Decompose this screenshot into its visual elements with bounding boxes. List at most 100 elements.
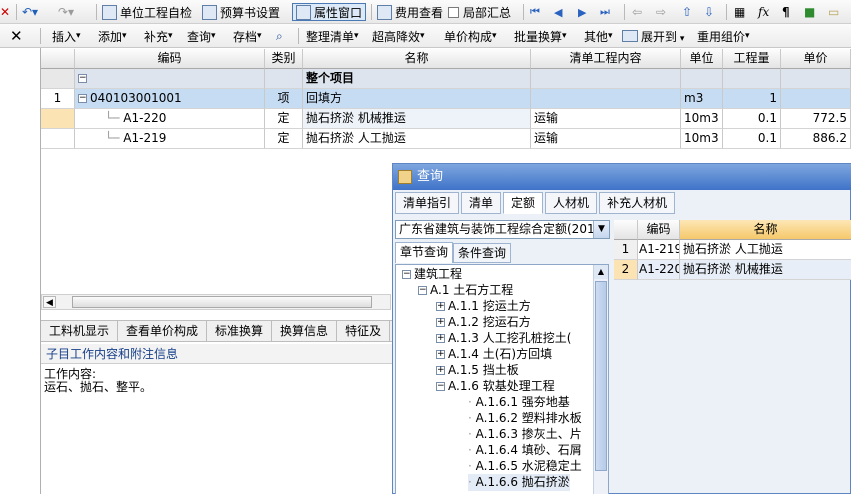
partial-summary-button[interactable]: 局部汇总	[448, 3, 511, 21]
property-window-button[interactable]: 属性窗口	[292, 3, 367, 21]
next-record-icon[interactable]: ▶	[578, 3, 586, 21]
scroll-up-icon[interactable]: ▲	[594, 265, 608, 279]
cube-icon[interactable]: ■	[804, 3, 815, 21]
arrow-left-icon[interactable]: ⇦	[632, 3, 642, 21]
arrow-down-icon[interactable]: ⇩	[704, 3, 714, 21]
checkbox-icon[interactable]	[448, 6, 459, 18]
scrollbar-thumb[interactable]	[72, 296, 372, 308]
tab-standard-conversion[interactable]: 标准换算	[207, 321, 273, 341]
scroll-left-icon[interactable]: ◀	[43, 296, 56, 308]
tree-node[interactable]: · A.1.6.6 抛石挤淤	[468, 474, 570, 491]
first-record-icon[interactable]: ⏮	[530, 3, 540, 21]
unit-price-menu[interactable]: 单价构成	[444, 27, 497, 45]
insert-menu[interactable]: 插入	[52, 27, 81, 45]
unit-column-header[interactable]: 单位	[681, 49, 723, 69]
tree-node[interactable]: · A.1.6.5 水泥稳定土	[468, 458, 582, 475]
table-row[interactable]: 2 A1-220 抛石挤淤 机械推运	[614, 260, 851, 280]
group-row[interactable]: − 整个项目	[41, 69, 851, 89]
tree-vertical-scrollbar[interactable]: ▲	[593, 265, 608, 494]
unit-cell[interactable]: 10m3	[681, 129, 723, 149]
table-row[interactable]: └─ A1-219 定 抛石挤淤 人工抛运 运输 10m3 0.1 886.2	[41, 129, 851, 149]
paragraph-icon[interactable]: ¶	[782, 3, 790, 21]
expand-icon[interactable]: +	[436, 334, 445, 343]
result-name-cell[interactable]: 抛石挤淤 机械推运	[680, 260, 851, 280]
result-code-cell[interactable]: A1-220	[638, 260, 680, 280]
tree-node[interactable]: · A.1.6.1 强夯地基	[468, 394, 570, 411]
arrow-up-icon[interactable]: ⇧	[682, 3, 692, 21]
tab-list-guide[interactable]: 清单指引	[395, 192, 460, 214]
name-cell[interactable]: 抛石挤淤 人工抛运	[303, 129, 531, 149]
tab-conversion-info[interactable]: 换算信息	[272, 321, 338, 341]
other-menu[interactable]: 其他	[584, 27, 613, 45]
tab-labor-material-machine[interactable]: 人材机	[545, 192, 598, 214]
tree-node[interactable]: − A.1 土石方工程	[418, 282, 513, 299]
arrow-right-icon[interactable]: ⇨	[656, 3, 666, 21]
redo-icon[interactable]: ↷▾	[58, 3, 74, 21]
price-cell[interactable]: 886.2	[781, 129, 851, 149]
tree-node[interactable]: · A.1.6.4 填砂、石屑	[468, 442, 582, 459]
dialog-title-bar[interactable]: 查询	[393, 164, 851, 190]
quantity-column-header[interactable]: 工程量	[723, 49, 781, 69]
quantity-cell[interactable]: 0.1	[723, 109, 781, 129]
table-row[interactable]: 1 A1-219 抛石挤淤 人工抛运	[614, 240, 851, 260]
reuse-pricing-menu[interactable]: 重用组价	[697, 27, 750, 45]
content-cell[interactable]: 运输	[531, 129, 681, 149]
collapse-icon[interactable]: −	[78, 74, 87, 83]
collapse-icon[interactable]: −	[418, 286, 427, 295]
close-button[interactable]: ✕	[10, 27, 23, 45]
price-column-header[interactable]: 单价	[781, 49, 851, 69]
unit-cell[interactable]: m3	[681, 89, 723, 109]
content-column-header[interactable]: 清单工程内容	[531, 49, 681, 69]
content-cell[interactable]	[531, 89, 681, 109]
add-menu[interactable]: 添加	[98, 27, 127, 45]
quantity-cell[interactable]: 0.1	[723, 129, 781, 149]
name-column-header[interactable]: 名称	[303, 49, 531, 69]
name-cell[interactable]: 回填方	[303, 89, 531, 109]
tree-node[interactable]: + A.1.3 人工挖孔桩挖土(	[436, 330, 571, 347]
tree-node[interactable]: + A.1.4 土(石)方回填	[436, 346, 552, 363]
horizontal-scrollbar[interactable]: ◀	[41, 294, 391, 310]
organize-list-menu[interactable]: 整理清单	[306, 27, 359, 45]
tab-labor-material[interactable]: 工料机显示	[41, 321, 119, 341]
tab-list[interactable]: 清单	[461, 192, 502, 214]
quota-library-select[interactable]: 广东省建筑与装饰工程综合定额(201 ▼	[395, 220, 610, 239]
collapse-icon[interactable]: −	[436, 382, 445, 391]
tab-supplement-material[interactable]: 补充人材机	[599, 192, 676, 214]
archive-menu[interactable]: 存档	[233, 27, 262, 45]
expand-icon[interactable]: +	[436, 318, 445, 327]
binoculars-icon[interactable]: ⌕	[276, 27, 283, 45]
tab-unit-price-composition[interactable]: 查看单价构成	[118, 321, 208, 341]
tree-node[interactable]: − A.1.6 软基处理工程	[436, 378, 555, 395]
unit-cell[interactable]: 10m3	[681, 109, 723, 129]
table-row[interactable]: └─ A1-220 定 抛石挤淤 机械推运 运输 10m3 0.1 772.5	[41, 109, 851, 129]
previous-record-icon[interactable]: ◀	[554, 3, 562, 21]
unit-self-check-button[interactable]: 单位工程自检	[102, 3, 192, 21]
code-column-header[interactable]: 编码	[75, 49, 265, 69]
result-code-cell[interactable]: A1-219	[638, 240, 680, 260]
close-doc-icon[interactable]: ✕	[0, 3, 10, 21]
tab-quota[interactable]: 定额	[503, 192, 544, 214]
code-cell[interactable]: └─ A1-220	[75, 109, 265, 129]
tab-features[interactable]: 特征及	[337, 321, 391, 341]
supplement-menu[interactable]: 补充	[144, 27, 173, 45]
type-cell[interactable]: 定	[265, 109, 303, 129]
fee-view-button[interactable]: 费用查看	[377, 3, 443, 21]
code-cell[interactable]: └─ A1-219	[75, 129, 265, 149]
price-cell[interactable]	[781, 89, 851, 109]
name-cell[interactable]: 抛石挤淤 机械推运	[303, 109, 531, 129]
budget-settings-button[interactable]: 预算书设置	[202, 3, 280, 21]
quantity-cell[interactable]: 1	[723, 89, 781, 109]
calculator-icon[interactable]: ▦	[734, 3, 745, 21]
expand-to-menu[interactable]: 展开到	[622, 27, 684, 45]
folder-icon[interactable]: ▭	[828, 3, 839, 21]
tab-chapter-query[interactable]: 章节查询	[395, 242, 454, 263]
result-name-header[interactable]: 名称	[680, 220, 851, 240]
expand-icon[interactable]: +	[436, 350, 445, 359]
type-column-header[interactable]: 类别	[265, 49, 303, 69]
type-cell[interactable]: 定	[265, 129, 303, 149]
tree-node[interactable]: · A.1.6.2 塑料排水板	[468, 410, 582, 427]
batch-conversion-menu[interactable]: 批量换算	[514, 27, 567, 45]
result-code-header[interactable]: 编码	[638, 220, 680, 240]
undo-icon[interactable]: ↶▾	[22, 3, 38, 21]
function-icon[interactable]: fx	[758, 3, 769, 21]
